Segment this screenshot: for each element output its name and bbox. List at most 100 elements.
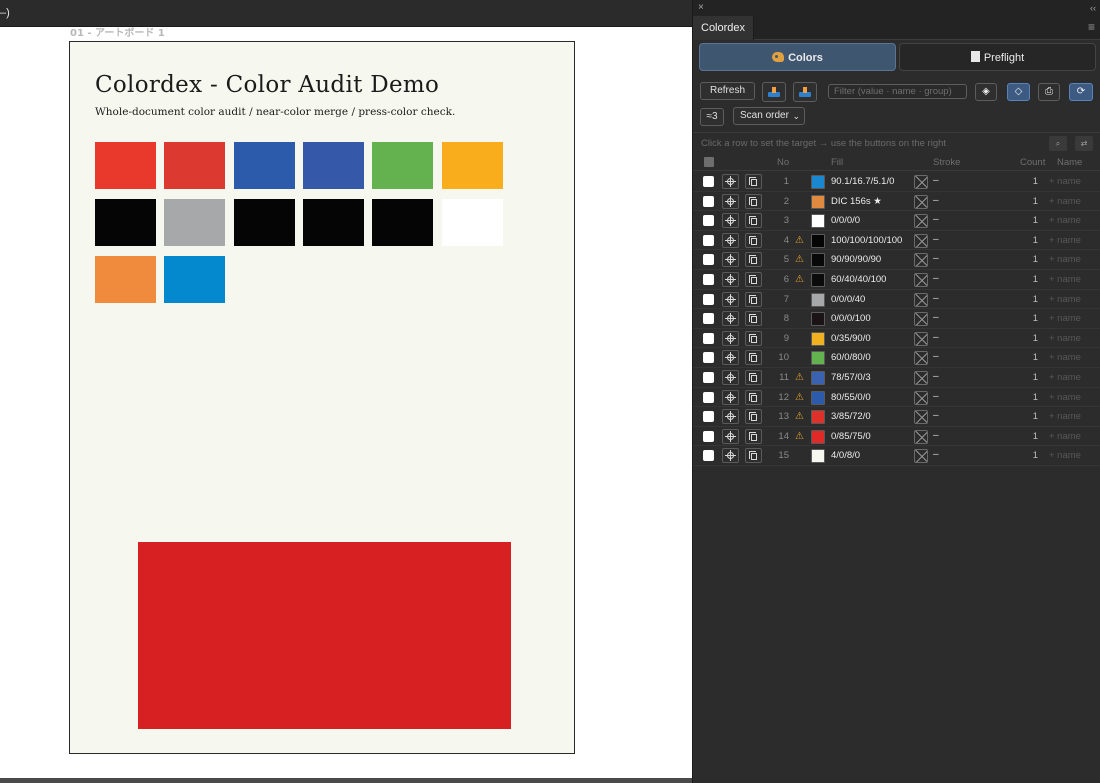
- table-row[interactable]: 1 90.1/16.7/5.1/0 – 1 + name: [693, 172, 1100, 192]
- artboard[interactable]: Colordex - Color Audit Demo Whole-docume…: [69, 41, 575, 754]
- close-icon[interactable]: ×: [698, 3, 704, 13]
- color-swatch[interactable]: [441, 142, 503, 189]
- row-checkbox[interactable]: [703, 332, 714, 344]
- color-swatch[interactable]: [95, 199, 156, 246]
- filter-input[interactable]: [828, 84, 967, 99]
- hamburger-menu-icon[interactable]: ≡: [1088, 21, 1095, 33]
- row-checkbox[interactable]: [703, 234, 714, 246]
- select-target-button[interactable]: [722, 370, 739, 385]
- tag-button[interactable]: ◇: [1007, 83, 1030, 101]
- table-row[interactable]: 7 0/0/0/40 – 1 + name: [693, 290, 1100, 310]
- select-target-button[interactable]: [722, 174, 739, 189]
- fill-swatch[interactable]: [811, 273, 825, 287]
- column-header-no[interactable]: No: [777, 157, 789, 168]
- copy-button[interactable]: [745, 389, 762, 405]
- row-checkbox[interactable]: [703, 411, 714, 423]
- fill-swatch[interactable]: [811, 214, 825, 229]
- add-name-link[interactable]: + name: [1049, 313, 1081, 324]
- table-row[interactable]: 4 ⚠ 100/100/100/100 – 1 + name: [693, 231, 1100, 251]
- column-header-name[interactable]: Name: [1057, 157, 1082, 168]
- fill-swatch[interactable]: [811, 312, 825, 327]
- document-subtitle[interactable]: Whole-document color audit / near-color …: [95, 106, 455, 118]
- add-name-link[interactable]: + name: [1049, 274, 1081, 285]
- color-swatch[interactable]: [441, 199, 503, 246]
- color-swatch[interactable]: [372, 199, 434, 246]
- document-canvas[interactable]: –) 01 - アートボード 1 Colordex - Color Audit …: [0, 0, 692, 783]
- select-target-button[interactable]: [722, 448, 739, 464]
- copy-button[interactable]: [745, 272, 762, 287]
- fill-swatch[interactable]: [811, 331, 825, 346]
- collapse-icon[interactable]: ‹‹: [1090, 3, 1096, 13]
- table-row[interactable]: 14 ⚠ 0/85/75/0 – 1 + name: [693, 427, 1100, 447]
- row-checkbox[interactable]: [703, 430, 714, 442]
- copy-button[interactable]: [745, 409, 762, 425]
- table-row[interactable]: 2 DIC 156s ★ – 1 + name: [693, 192, 1100, 212]
- fill-swatch[interactable]: [811, 233, 825, 248]
- table-row[interactable]: 15 4/0/8/0 – 1 + name: [693, 446, 1100, 466]
- layers-button[interactable]: ◈: [975, 83, 997, 101]
- add-name-link[interactable]: + name: [1049, 196, 1081, 207]
- copy-button[interactable]: [745, 448, 762, 464]
- copy-button[interactable]: [745, 193, 762, 209]
- add-name-link[interactable]: + name: [1049, 176, 1081, 187]
- select-target-button[interactable]: [722, 389, 739, 405]
- color-swatch[interactable]: [164, 142, 226, 189]
- fill-swatch[interactable]: [811, 351, 825, 366]
- copy-button[interactable]: [745, 252, 762, 268]
- add-name-link[interactable]: + name: [1049, 254, 1081, 265]
- column-header-count[interactable]: Count: [1020, 157, 1045, 168]
- column-header-stroke[interactable]: Stroke: [933, 157, 960, 168]
- row-checkbox[interactable]: [703, 391, 714, 403]
- color-swatch[interactable]: [95, 256, 156, 303]
- add-name-link[interactable]: + name: [1049, 431, 1081, 442]
- select-target-button[interactable]: [722, 428, 739, 444]
- row-checkbox[interactable]: [703, 254, 714, 266]
- fill-swatch[interactable]: [811, 429, 825, 444]
- select-target-button[interactable]: [722, 291, 739, 307]
- add-name-link[interactable]: + name: [1049, 235, 1081, 246]
- color-swatch[interactable]: [95, 142, 156, 189]
- table-row[interactable]: 13 ⚠ 3/85/72/0 – 1 + name: [693, 407, 1100, 427]
- color-swatch[interactable]: [164, 256, 226, 303]
- table-row[interactable]: 9 0/35/90/0 – 1 + name: [693, 329, 1100, 349]
- color-swatch[interactable]: [164, 199, 226, 246]
- print-button[interactable]: ⎙: [1038, 83, 1060, 101]
- select-target-button[interactable]: [722, 193, 739, 209]
- row-checkbox[interactable]: [703, 195, 714, 207]
- add-name-link[interactable]: + name: [1049, 215, 1081, 226]
- copy-button[interactable]: [745, 232, 762, 248]
- add-name-link[interactable]: + name: [1049, 294, 1081, 305]
- color-swatch[interactable]: [372, 142, 434, 189]
- tab-preflight[interactable]: Preflight: [899, 43, 1096, 71]
- row-checkbox[interactable]: [703, 352, 714, 364]
- fill-swatch[interactable]: [811, 371, 825, 385]
- fill-swatch[interactable]: [811, 292, 825, 307]
- table-row[interactable]: 6 ⚠ 60/40/40/100 – 1 + name: [693, 270, 1100, 290]
- tab-colors[interactable]: Colors: [699, 43, 896, 71]
- table-row[interactable]: 3 0/0/0/0 – 1 + name: [693, 211, 1100, 231]
- copy-button[interactable]: [745, 311, 762, 327]
- color-swatch[interactable]: [302, 142, 364, 189]
- row-checkbox[interactable]: [703, 450, 714, 462]
- table-row[interactable]: 10 60/0/80/0 – 1 + name: [693, 348, 1100, 368]
- copy-button[interactable]: [745, 428, 762, 444]
- select-target-button[interactable]: [722, 232, 739, 248]
- copy-button[interactable]: [745, 350, 762, 366]
- table-row[interactable]: 8 0/0/0/100 – 1 + name: [693, 309, 1100, 329]
- row-checkbox[interactable]: [703, 372, 714, 383]
- fill-swatch[interactable]: [811, 175, 825, 189]
- fill-swatch[interactable]: [811, 194, 825, 209]
- document-tab-label[interactable]: –): [0, 7, 10, 19]
- copy-button[interactable]: [745, 330, 762, 346]
- row-checkbox[interactable]: [703, 274, 714, 285]
- column-header-fill[interactable]: Fill: [831, 157, 843, 168]
- select-target-button[interactable]: [722, 409, 739, 425]
- add-name-link[interactable]: + name: [1049, 352, 1081, 363]
- fill-swatch[interactable]: [811, 449, 825, 464]
- select-target-button[interactable]: [722, 350, 739, 366]
- table-row[interactable]: 11 ⚠ 78/57/0/3 – 1 + name: [693, 368, 1100, 388]
- row-checkbox[interactable]: [703, 215, 714, 227]
- large-red-rectangle[interactable]: [138, 542, 511, 729]
- row-checkbox[interactable]: [703, 313, 714, 325]
- sort-order-select[interactable]: Scan order ⌄: [733, 107, 805, 125]
